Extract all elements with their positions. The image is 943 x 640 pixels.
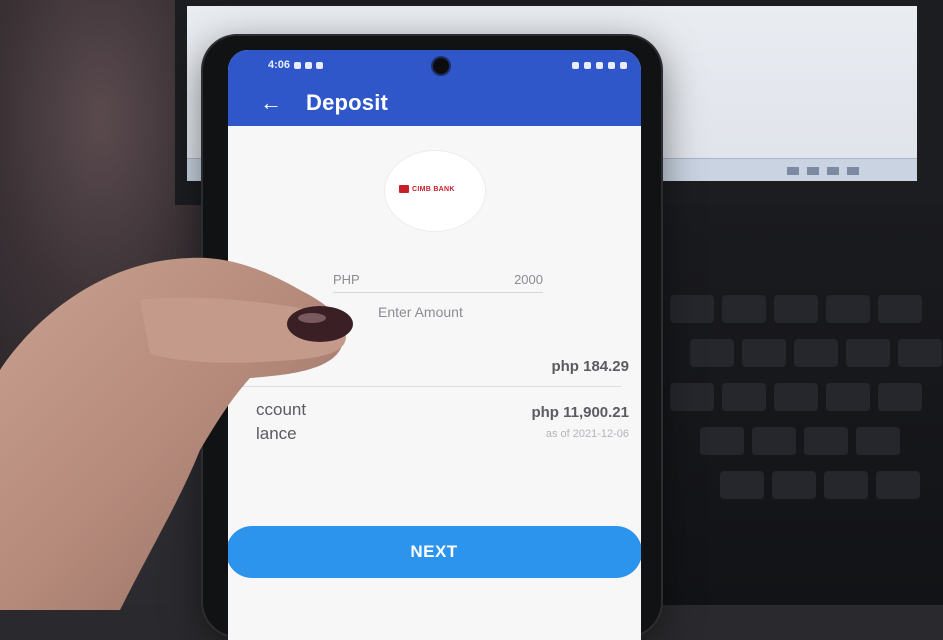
taskbar-icon bbox=[827, 167, 839, 175]
bank-logo: CIMB BANK bbox=[399, 185, 455, 193]
keyboard-key bbox=[804, 427, 848, 457]
keyboard-key bbox=[752, 427, 796, 457]
keyboard-key bbox=[720, 471, 764, 501]
keyboard-key bbox=[690, 339, 734, 369]
keyboard-key bbox=[898, 339, 942, 369]
keyboard-key bbox=[878, 295, 922, 325]
next-button[interactable]: NEXT bbox=[228, 526, 641, 578]
balance-value: php 11,900.21 bbox=[531, 404, 629, 421]
keyboard-key bbox=[824, 471, 868, 501]
cimb-logo-icon bbox=[399, 185, 409, 193]
front-camera bbox=[433, 58, 449, 74]
status-time: 4:06 bbox=[268, 59, 291, 71]
keyboard-key bbox=[670, 295, 714, 325]
signal-icon bbox=[608, 61, 615, 69]
arrow-left-icon[interactable]: ← bbox=[260, 92, 292, 114]
keyboard-key bbox=[722, 295, 766, 325]
keyboard-key bbox=[826, 383, 870, 413]
mute-icon bbox=[572, 61, 579, 69]
keyboard-key bbox=[826, 295, 870, 325]
bank-logo-circle: CIMB BANK bbox=[385, 151, 485, 231]
page-title: Deposit bbox=[306, 90, 389, 115]
notification-icon bbox=[294, 61, 302, 69]
taskbar-icon bbox=[787, 167, 799, 175]
fee-value: php 184.29 bbox=[551, 358, 629, 375]
notification-icon bbox=[316, 61, 324, 69]
amount-value: 2000 bbox=[514, 271, 543, 287]
keyboard-key bbox=[846, 339, 890, 369]
keyboard-key bbox=[856, 427, 900, 457]
keyboard-key bbox=[700, 427, 744, 457]
balance-as-of: as of 2021-12-06 bbox=[545, 428, 629, 440]
keyboard-key bbox=[722, 383, 766, 413]
balance-row: ccount lance php 11,900.21 as of 2021-12… bbox=[228, 398, 629, 468]
balance-label: ccount lance bbox=[256, 400, 307, 443]
keyboard-key bbox=[794, 339, 838, 369]
currency-label: PHP bbox=[333, 271, 360, 287]
keyboard-key bbox=[742, 339, 786, 369]
keyboard-key bbox=[878, 383, 922, 413]
phone-screen: 4:06 ← Deposit CIMB BANK PHP 2000 Enter … bbox=[228, 50, 641, 640]
smartphone: 4:06 ← Deposit CIMB BANK PHP 2000 Enter … bbox=[203, 36, 661, 640]
keyboard-key bbox=[876, 471, 920, 501]
deposit-form: CIMB BANK PHP 2000 Enter Amount php 184.… bbox=[228, 126, 641, 640]
keyboard-key bbox=[772, 471, 816, 501]
wifi-icon bbox=[596, 61, 603, 69]
taskbar-icon bbox=[807, 167, 819, 175]
status-left: 4:06 bbox=[268, 59, 324, 71]
keyboard-key bbox=[774, 383, 818, 413]
amount-hint: Enter Amount bbox=[378, 304, 463, 320]
battery-icon bbox=[620, 61, 627, 69]
bank-logo-text: CIMB BANK bbox=[412, 185, 455, 193]
notification-icon bbox=[305, 61, 313, 69]
amount-input[interactable]: PHP 2000 bbox=[333, 266, 543, 293]
app-bar: ← Deposit bbox=[228, 80, 641, 126]
keyboard-key bbox=[670, 383, 714, 413]
fee-row: php 184.29 bbox=[228, 352, 629, 387]
taskbar-icon bbox=[847, 167, 859, 175]
alarm-icon bbox=[584, 61, 591, 69]
keyboard-key bbox=[774, 295, 818, 325]
status-right bbox=[572, 61, 627, 69]
